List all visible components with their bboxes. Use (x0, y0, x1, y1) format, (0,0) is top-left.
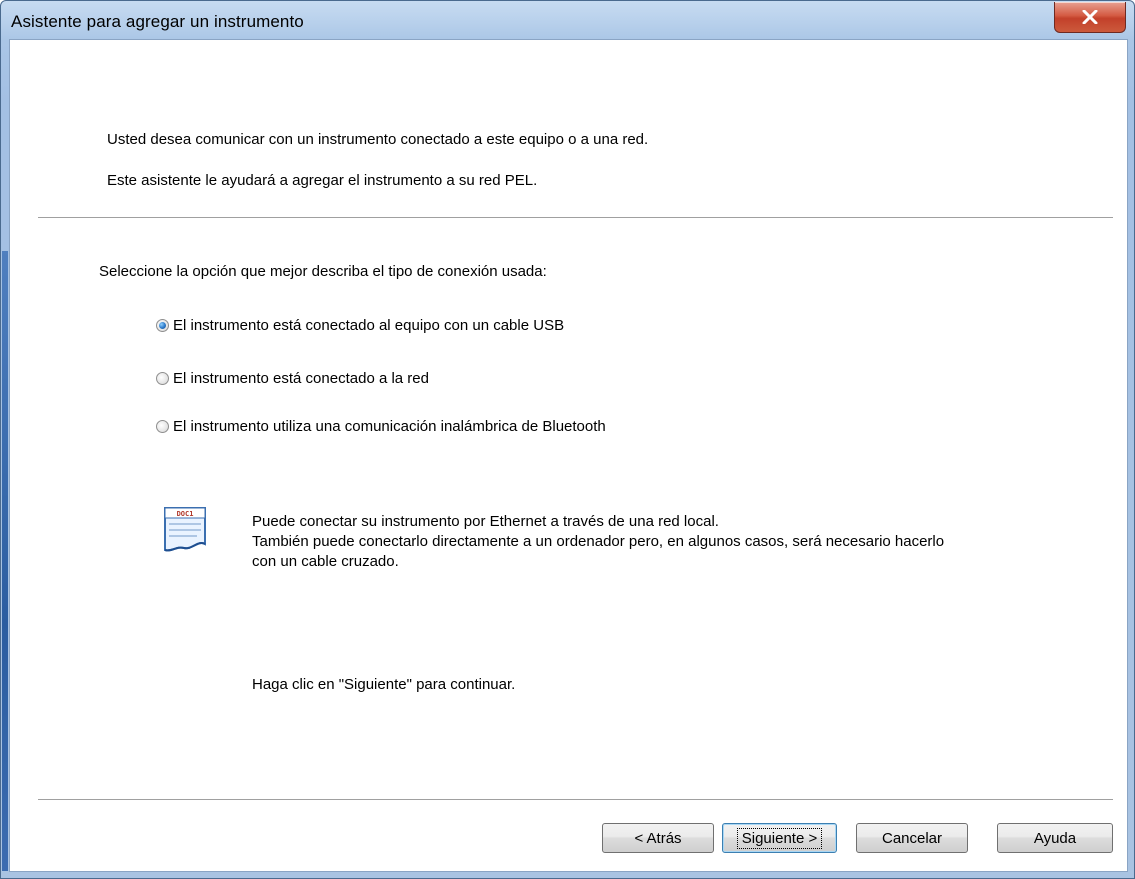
cancel-button[interactable]: Cancelar (856, 823, 968, 853)
window-frame-accent (2, 251, 8, 871)
dialog-window: Asistente para agregar un instrumento Us… (0, 0, 1135, 879)
info-line-3: con un cable cruzado. (252, 553, 399, 570)
help-button-label: Ayuda (1033, 829, 1077, 847)
connection-prompt: Seleccione la opción que mejor describa … (99, 263, 547, 280)
radio-network[interactable]: El instrumento está conectado a la red (156, 367, 429, 389)
dialog-client-area: Usted desea comunicar con un instrumento… (9, 39, 1128, 872)
window-title: Asistente para agregar un instrumento (11, 12, 304, 31)
intro-line-2: Este asistente le ayudará a agregar el i… (107, 172, 538, 189)
next-button[interactable]: Siguiente > (722, 823, 837, 853)
bottom-separator (38, 799, 1113, 801)
close-icon (1082, 10, 1098, 24)
cancel-button-label: Cancelar (881, 829, 943, 847)
close-button[interactable] (1054, 2, 1126, 33)
back-button[interactable]: < Atrás (602, 823, 714, 853)
info-line-2: También puede conectarlo directamente a … (252, 533, 945, 550)
radio-usb[interactable]: El instrumento está conectado al equipo … (156, 314, 564, 336)
top-separator (38, 217, 1113, 219)
radio-bluetooth[interactable]: El instrumento utiliza una comunicación … (156, 415, 606, 437)
help-button[interactable]: Ayuda (997, 823, 1113, 853)
document-icon: DOC1 (164, 507, 206, 552)
info-line-1: Puede conectar su instrumento por Ethern… (252, 513, 719, 530)
radio-label-usb: El instrumento está conectado al equipo … (173, 316, 565, 334)
back-button-label: < Atrás (634, 829, 682, 847)
radio-button[interactable] (156, 371, 169, 385)
radio-button-checked[interactable] (156, 318, 169, 332)
next-button-label: Siguiente > (736, 827, 823, 849)
radio-label-bluetooth: El instrumento utiliza una comunicación … (173, 417, 606, 435)
radio-button[interactable] (156, 419, 169, 433)
document-icon-label: DOC1 (177, 510, 194, 518)
radio-label-network: El instrumento está conectado a la red (173, 369, 429, 387)
title-bar[interactable]: Asistente para agregar un instrumento (1, 1, 1134, 39)
continue-hint: Haga clic en "Siguiente" para continuar. (252, 676, 516, 693)
intro-line-1: Usted desea comunicar con un instrumento… (107, 131, 649, 148)
